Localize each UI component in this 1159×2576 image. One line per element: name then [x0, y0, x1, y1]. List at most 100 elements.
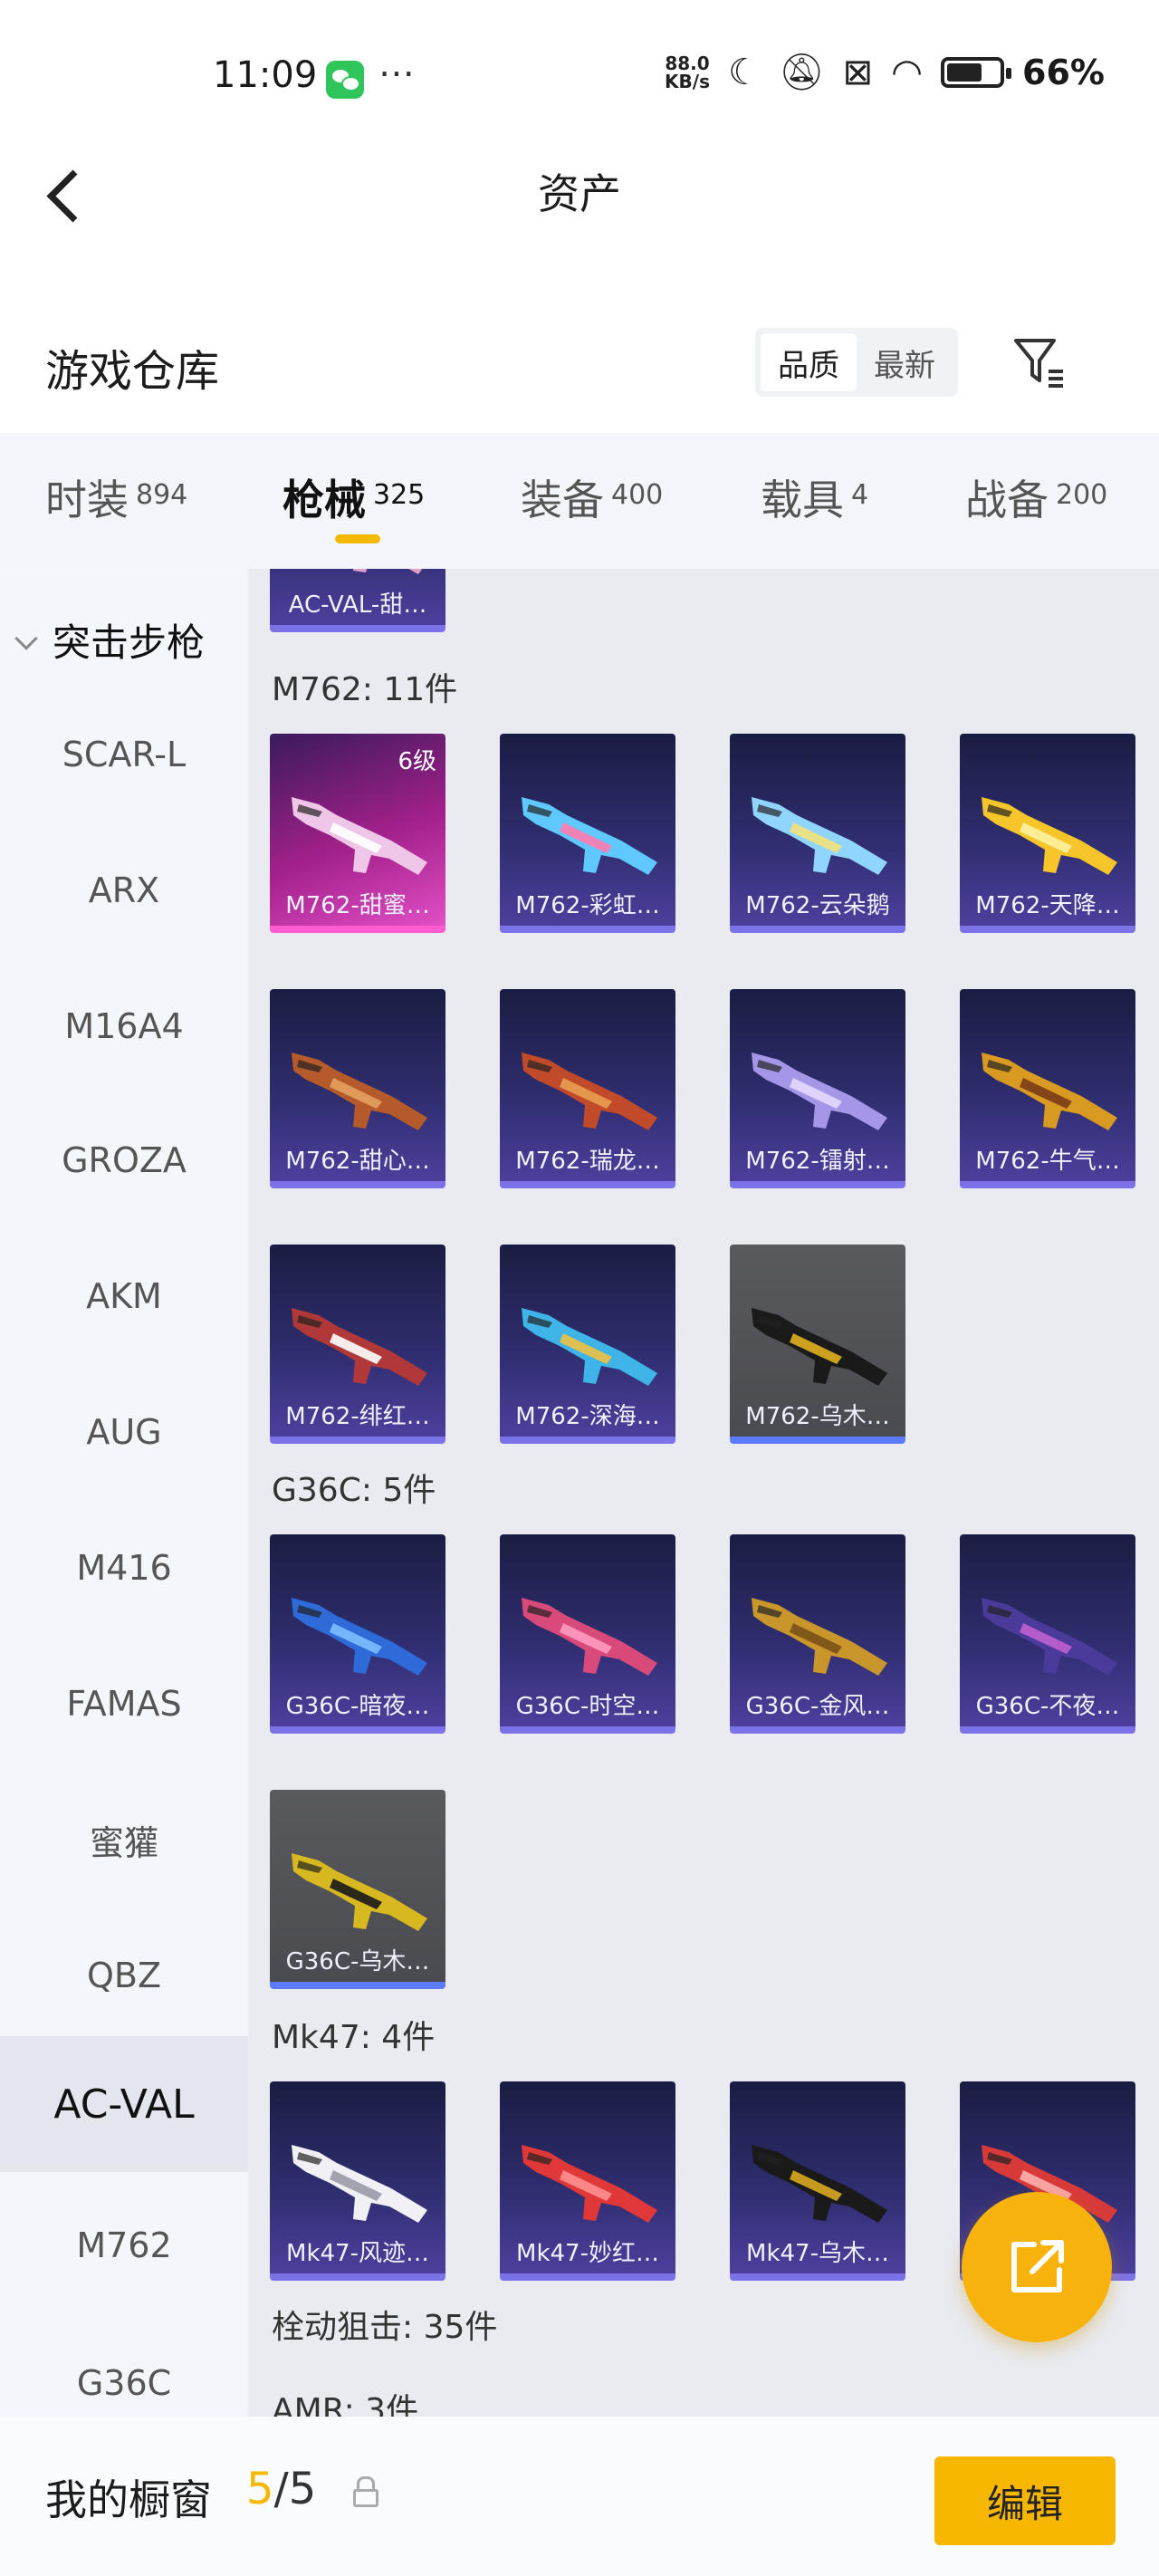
- weapon-image: [292, 797, 427, 875]
- sidebar-item[interactable]: AUG: [0, 1364, 248, 1500]
- more-notifications-icon: ⋯: [378, 53, 417, 94]
- sidebar-item[interactable]: QBZ: [0, 1908, 248, 2043]
- weapon-name: M762-甜蜜…: [285, 892, 430, 919]
- weapon-card[interactable]: G36C-不夜…: [960, 1534, 1135, 1734]
- group-label: G36C: 5件: [272, 1472, 436, 1509]
- weapon-card[interactable]: M762-云朵鹅: [730, 734, 905, 933]
- weapon-name: M762-甜心…: [285, 1148, 430, 1175]
- group-label: M762: 11件: [272, 671, 458, 708]
- weapon-image: [522, 797, 657, 875]
- wifi-icon: ◠: [891, 52, 924, 93]
- weapon-image: [752, 1053, 887, 1130]
- tab-fashion[interactable]: 时装 894: [45, 467, 187, 527]
- showcase-label: 我的橱窗: [45, 2475, 212, 2524]
- weapon-name: Mk47-风迹…: [286, 2240, 429, 2267]
- weapon-card[interactable]: 6级 M762-甜蜜…: [270, 734, 445, 933]
- weapon-name: G36C-暗夜…: [285, 1693, 430, 1720]
- weapon-name: Mk47-妙红…: [516, 2240, 659, 2267]
- sidebar-item[interactable]: AC-VAL: [0, 2036, 248, 2172]
- weapon-name: Mk47-乌木…: [746, 2240, 889, 2267]
- edit-button[interactable]: 编辑: [934, 2456, 1116, 2545]
- weapon-card[interactable]: M762-彩虹…: [500, 734, 675, 933]
- sidebar-item[interactable]: ARX: [0, 822, 248, 958]
- weapon-name: M762-天降…: [975, 892, 1120, 919]
- warehouse-title: 游戏仓库: [45, 346, 220, 397]
- weapon-card[interactable]: M762-镭射…: [730, 989, 905, 1188]
- group-label: AMR: 3件: [272, 2392, 419, 2417]
- weapon-image: [292, 1308, 427, 1386]
- active-tab-indicator: [335, 534, 380, 543]
- wechat-notification-icon: [326, 61, 364, 99]
- sidebar-item[interactable]: GROZA: [0, 1092, 248, 1228]
- battery-icon: [941, 57, 1012, 88]
- weapon-card[interactable]: G36C-金风…: [730, 1534, 905, 1734]
- tab-vehicles[interactable]: 载具 4: [761, 467, 868, 527]
- weapon-name: M762-深海…: [515, 1403, 660, 1430]
- sidebar-item[interactable]: AKM: [0, 1228, 248, 1364]
- filter-icon[interactable]: [1007, 330, 1070, 393]
- weapon-card[interactable]: M762-甜心…: [270, 989, 445, 1188]
- weapon-image: [353, 569, 423, 574]
- weapon-card[interactable]: M762-深海…: [500, 1245, 675, 1444]
- weapon-image: [982, 1053, 1117, 1130]
- title-bar: 资产: [0, 145, 1159, 245]
- weapon-grid: AC-VAL-甜… M762: 11件 6级 M762-甜蜜… M762-彩虹… M76…: [248, 569, 1159, 2417]
- category-assault-rifles[interactable]: 突击步枪: [14, 612, 205, 668]
- weapon-name: M762-牛气…: [975, 1148, 1120, 1175]
- tab-weapons[interactable]: 枪械 325: [283, 467, 425, 527]
- weapon-card[interactable]: M762-绯红…: [270, 1245, 445, 1444]
- showcase-bar: 我的橱窗 5/5 编辑: [0, 2417, 1159, 2576]
- tab-supplies[interactable]: 战备 200: [965, 467, 1107, 527]
- battery-percent: 66%: [1022, 53, 1105, 92]
- weapon-card[interactable]: Mk47-风迹…: [270, 2081, 445, 2281]
- tab-equipment[interactable]: 装备 400: [521, 467, 663, 527]
- sidebar-item[interactable]: 蜜獾: [0, 1772, 248, 1908]
- weapon-image: [522, 2145, 657, 2223]
- weapon-name: G36C-时空…: [515, 1693, 660, 1720]
- sidebar-item[interactable]: M16A4: [0, 958, 248, 1094]
- sidebar-item[interactable]: FAMAS: [0, 1636, 248, 1772]
- weapon-image: [522, 1053, 657, 1130]
- sim-off-icon: ⊠: [842, 52, 874, 93]
- status-bar: 11:09 ⋯ 88.0 KB/s ☾ 🔕︎ ⊠ ◠ 66%: [0, 0, 1159, 154]
- weapon-name: M762-乌木…: [745, 1403, 890, 1430]
- sort-newest-button[interactable]: 最新: [857, 333, 953, 391]
- weapon-card[interactable]: Mk47-乌木…: [730, 2081, 905, 2281]
- sidebar-item[interactable]: G36C: [0, 2315, 248, 2417]
- weapon-name: M762-镭射…: [745, 1148, 890, 1175]
- weapon-card[interactable]: M762-乌木…: [730, 1245, 905, 1444]
- weapon-card[interactable]: G36C-时空…: [500, 1534, 675, 1734]
- weapon-name: M762-瑞龙…: [515, 1148, 660, 1175]
- weapon-image: [292, 1598, 427, 1676]
- external-link-icon: [1011, 2240, 1064, 2292]
- group-label: 栓动狙击: 35件: [272, 2309, 498, 2346]
- weapon-name: G36C-乌木…: [285, 1948, 430, 1975]
- group-label: Mk47: 4件: [272, 2019, 436, 2056]
- sidebar-item[interactable]: M416: [0, 1500, 248, 1636]
- weapon-name: AC-VAL-甜…: [288, 591, 427, 619]
- weapon-image: [292, 1853, 427, 1931]
- weapon-card[interactable]: M762-天降…: [960, 734, 1135, 933]
- weapon-card[interactable]: AC-VAL-甜…: [270, 569, 445, 632]
- weapon-card[interactable]: G36C-暗夜…: [270, 1534, 445, 1734]
- page-title: 资产: [538, 169, 621, 218]
- weapon-name: M762-彩虹…: [515, 892, 660, 919]
- weapon-image: [522, 1308, 657, 1386]
- category-tabs: 时装 894 枪械 325 装备 400 载具 4 战备 200: [0, 433, 1159, 569]
- weapon-card[interactable]: M762-瑞龙…: [500, 989, 675, 1188]
- weapon-image: [982, 797, 1117, 875]
- weapon-card[interactable]: G36C-乌木…: [270, 1790, 445, 1989]
- weapon-card[interactable]: Mk47-妙红…: [500, 2081, 675, 2281]
- sort-quality-button[interactable]: 品质: [761, 333, 857, 391]
- weapon-name: G36C-金风…: [745, 1693, 890, 1720]
- weapon-image: [752, 1598, 887, 1676]
- weapon-card[interactable]: M762-牛气…: [960, 989, 1135, 1188]
- weapon-level: 6级: [398, 748, 436, 775]
- sidebar-item[interactable]: SCAR-L: [0, 687, 248, 822]
- bell-mute-icon: 🔕︎: [778, 52, 825, 93]
- status-time: 11:09: [213, 54, 318, 96]
- share-button[interactable]: [962, 2192, 1112, 2342]
- sidebar-item[interactable]: M762: [0, 2177, 248, 2313]
- weapon-image: [752, 797, 887, 875]
- weapon-name: G36C-不夜…: [975, 1693, 1120, 1720]
